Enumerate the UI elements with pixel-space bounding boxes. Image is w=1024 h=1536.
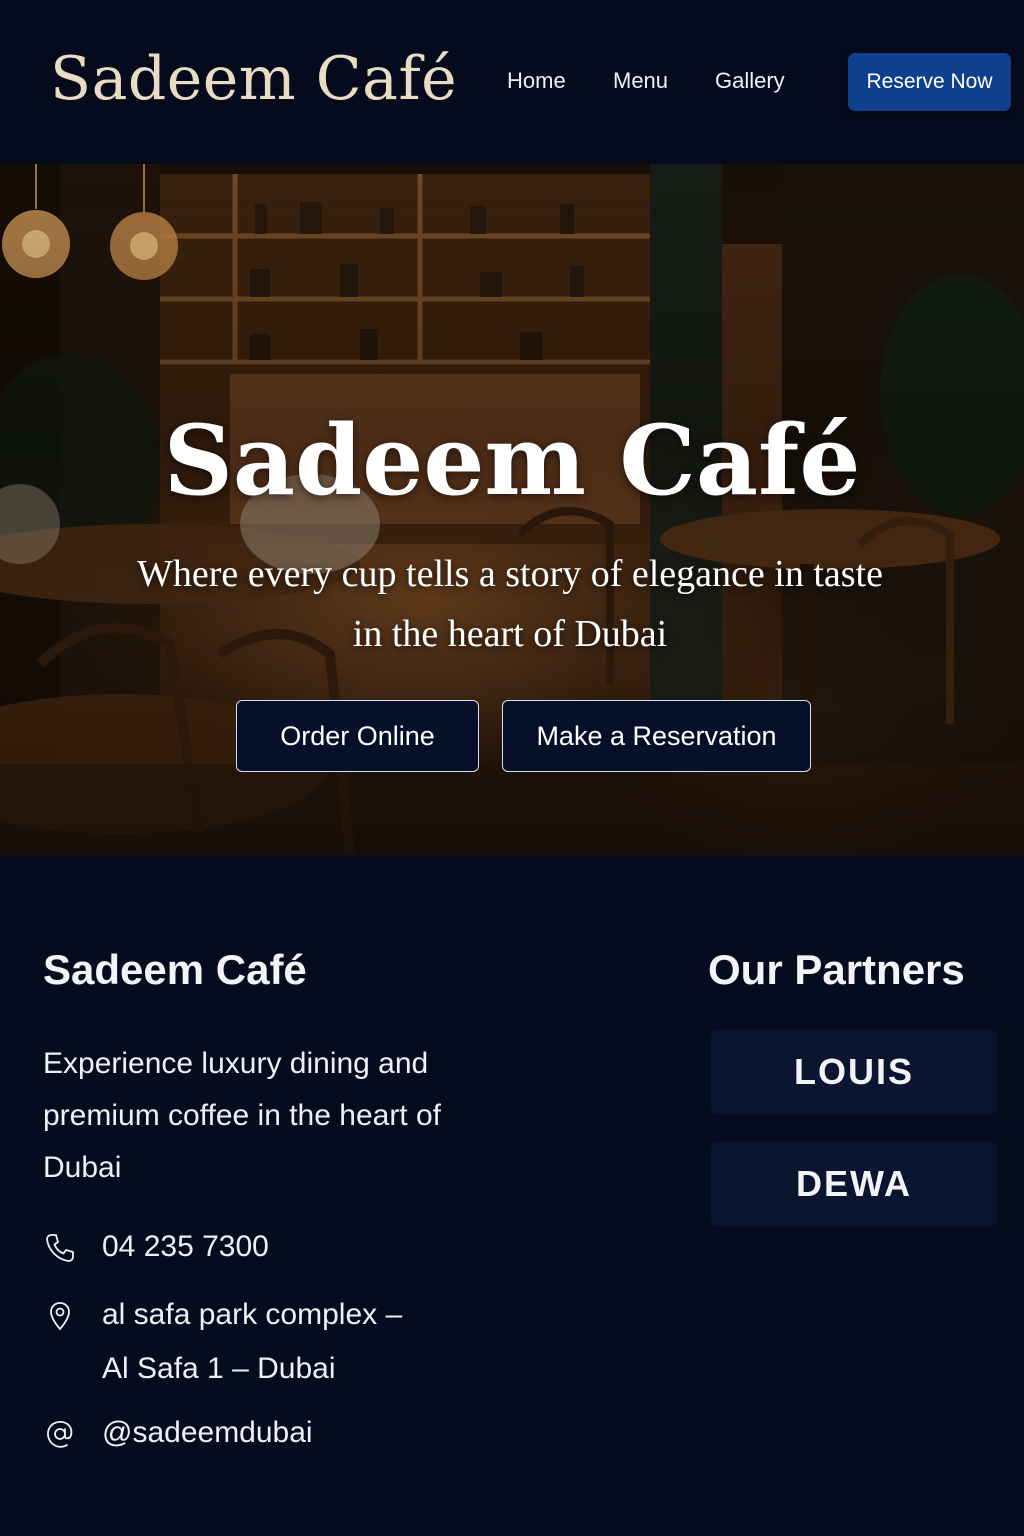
nav-home[interactable]: Home <box>507 68 566 94</box>
phone-icon <box>46 1234 74 1262</box>
location-pin-icon <box>50 1302 70 1331</box>
nav-menu[interactable]: Menu <box>613 68 668 94</box>
brand-logo[interactable]: Sadeem Café <box>50 44 457 114</box>
hero-subtitle-line-1: Where every cup tells a story of eleganc… <box>137 553 883 595</box>
address-line-2: Al Safa 1 – Dubai <box>102 1352 336 1385</box>
hero-section: Sadeem Café Where every cup tells a stor… <box>0 164 1024 856</box>
social-handle[interactable]: @sadeemdubai <box>102 1416 313 1450</box>
info-description: Experience luxury dining and premium cof… <box>43 1047 441 1184</box>
info-section: Sadeem Café Experience luxury dining and… <box>0 856 1024 1536</box>
partner-dewa[interactable]: DEWA <box>711 1142 997 1226</box>
hero-subtitle-line-2: in the heart of Dubai <box>352 613 668 655</box>
reserve-now-button[interactable]: Reserve Now <box>848 53 1011 111</box>
partner-louis[interactable]: LOUIS <box>711 1030 997 1114</box>
site-header: Sadeem Café Home Menu Gallery Reserve No… <box>0 0 1024 164</box>
hero-title: Sadeem Café <box>163 404 861 517</box>
order-online-button[interactable]: Order Online <box>236 700 479 772</box>
info-title: Sadeem Café <box>43 946 307 993</box>
page: Sadeem Café Home Menu Gallery Reserve No… <box>0 0 1024 1536</box>
phone-number[interactable]: 04 235 7300 <box>102 1230 269 1264</box>
hero-subtitle: Where every cup tells a story of eleganc… <box>60 544 960 664</box>
nav-gallery[interactable]: Gallery <box>715 68 785 94</box>
partners-title: Our Partners <box>708 946 965 993</box>
make-reservation-button[interactable]: Make a Reservation <box>502 700 811 772</box>
address-line-1: al safa park complex – <box>102 1298 403 1331</box>
at-sign-icon <box>47 1421 73 1448</box>
